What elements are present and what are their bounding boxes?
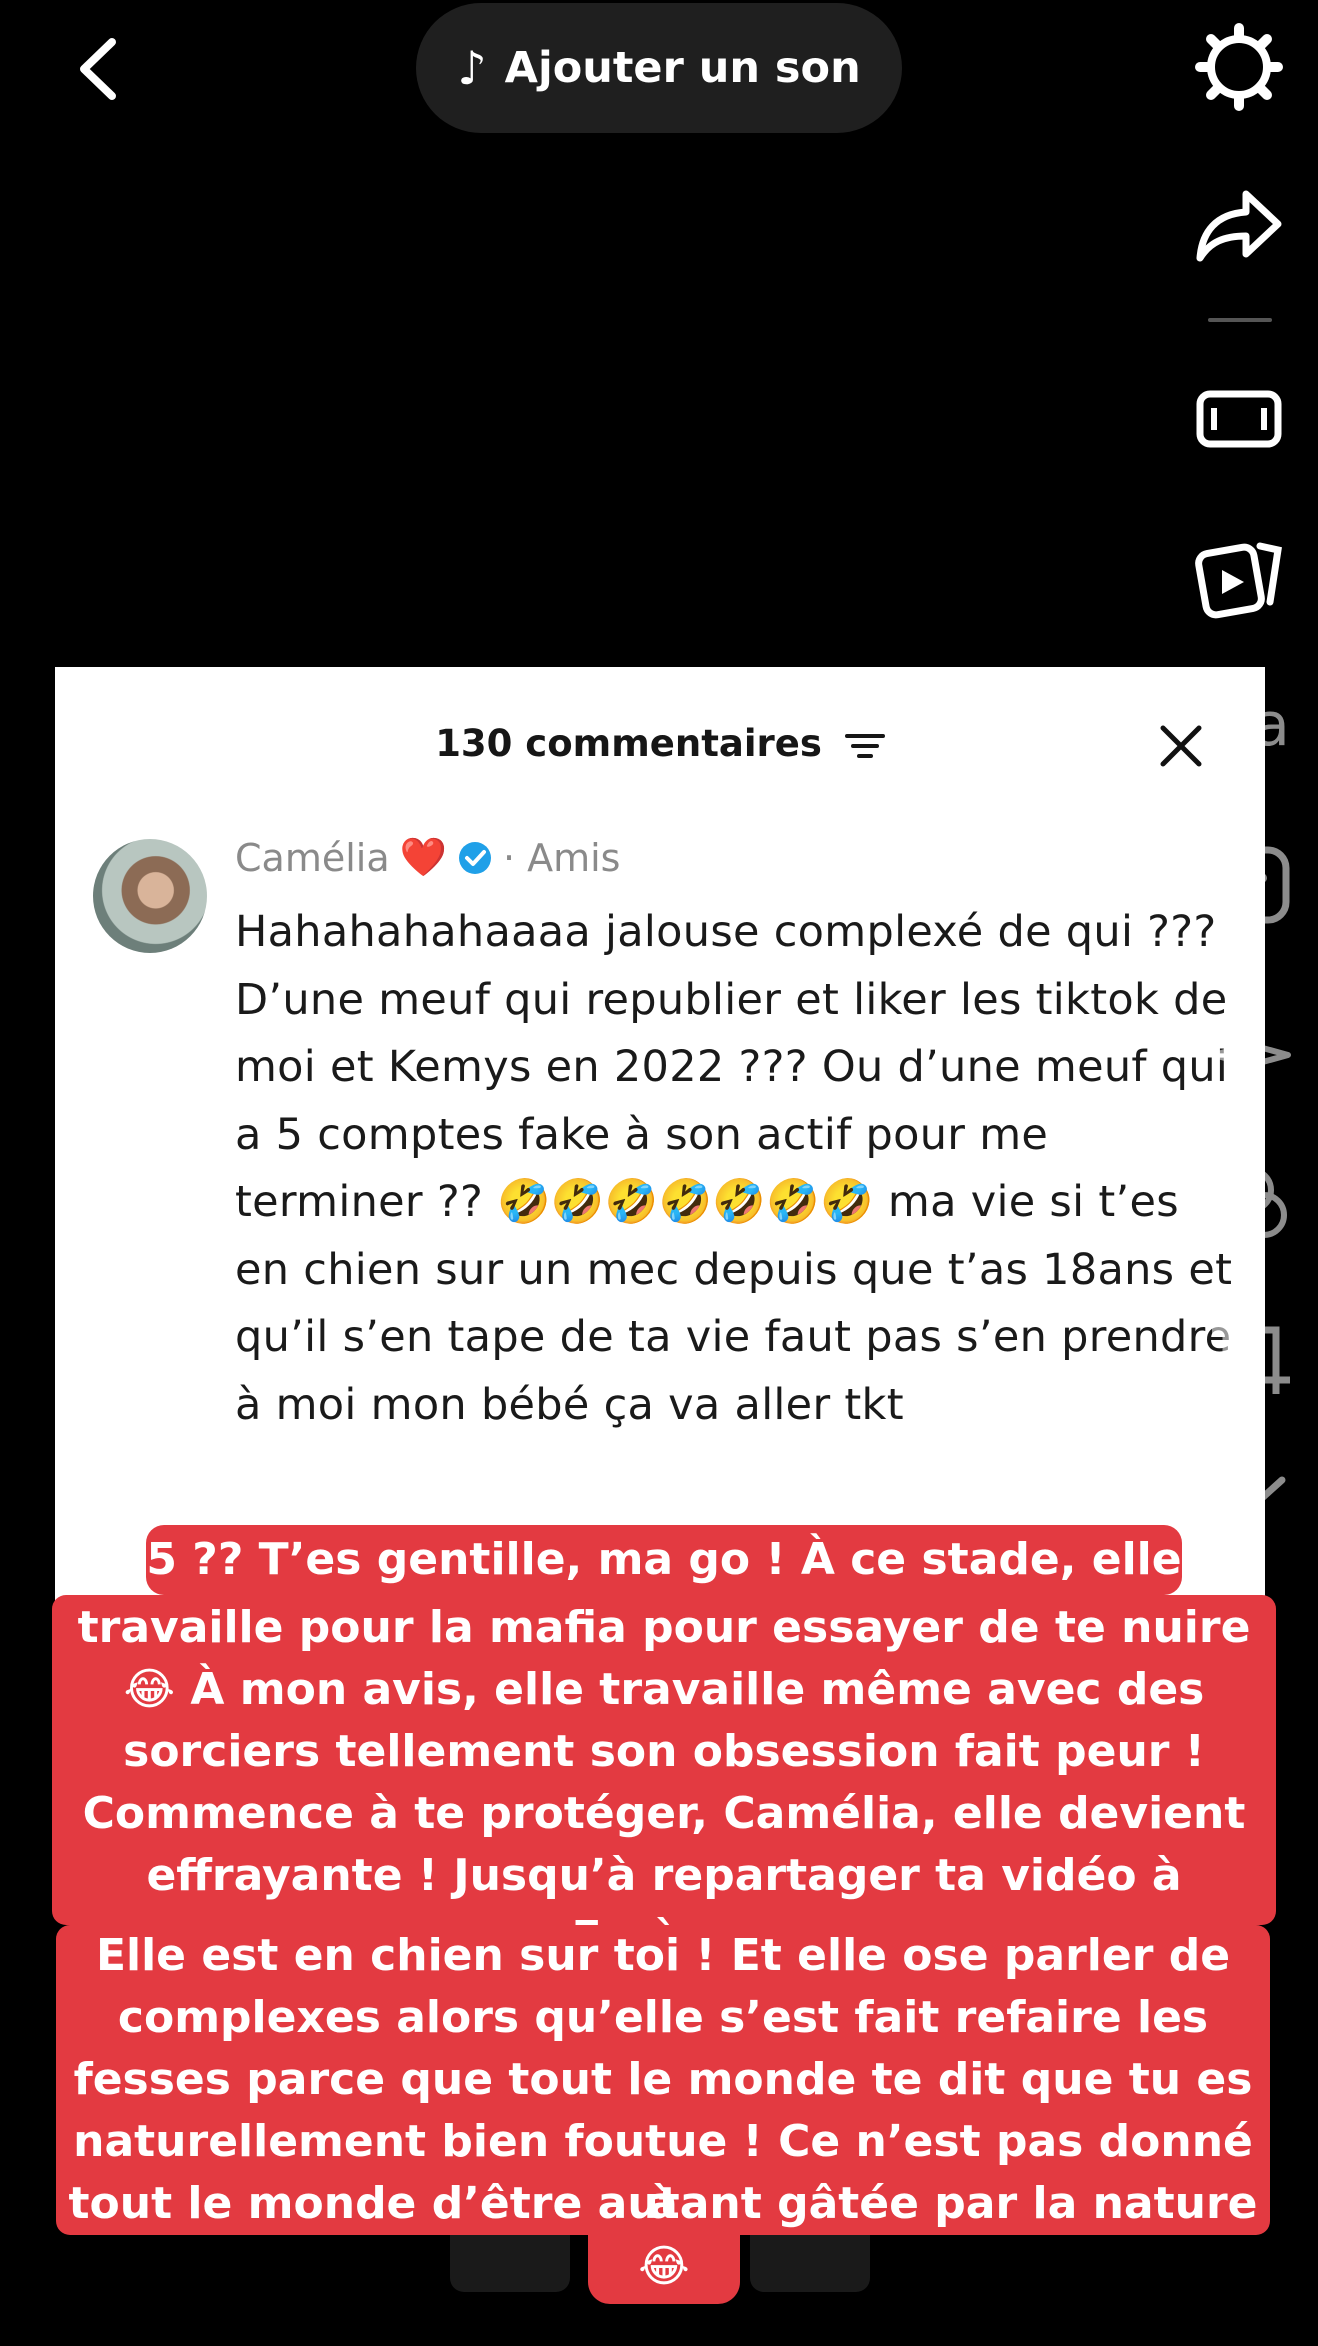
comment-relation: · Amis <box>502 835 621 880</box>
comments-header: 130 commentaires <box>55 722 1265 765</box>
sticker-icon[interactable] <box>1206 840 1296 930</box>
add-sound-button[interactable]: ♪ Ajouter un son <box>416 3 902 133</box>
caption-line-9: fesses parce que tout le monde te dit qu… <box>73 2054 1253 2105</box>
caption-line-2: travaille pour la mafia pour essayer de … <box>77 1602 1251 1653</box>
filters-icon[interactable] <box>1206 1160 1296 1250</box>
templates-play-icon[interactable] <box>1194 532 1284 622</box>
share-arrow-icon[interactable] <box>1194 180 1284 270</box>
effects-sparkle-icon[interactable] <box>1206 1010 1296 1100</box>
comment-meta: Camélia ❤️ · Amis <box>235 835 620 880</box>
comment-count: 130 commentaires <box>435 722 822 765</box>
heart-emoji: ❤️ <box>399 835 447 879</box>
caption-line-12: 😂 <box>638 2241 690 2292</box>
caption-line-5: Commence à te protéger, Camélia, elle de… <box>82 1788 1246 1839</box>
caption-block-1[interactable]: 5 ?? T’es gentille, ma go ! À ce stade, … <box>146 1525 1182 1595</box>
text-tool-icon[interactable]: Aa <box>1206 690 1296 780</box>
music-note-icon: ♪ <box>457 41 487 95</box>
filter-icon <box>844 733 885 758</box>
comment-author: Camélia <box>235 835 390 880</box>
comment-screenshot-card: 130 commentaires Camélia ❤️ · Amis Hahah… <box>55 667 1265 1607</box>
caption-line-7: Elle est en chien sur toi ! Et elle ose … <box>95 1930 1231 1981</box>
settings-gear-icon[interactable] <box>1194 22 1284 112</box>
close-icon <box>1160 725 1202 767</box>
comment-body: Hahahahahaaaa jalouse complexé de qui ??… <box>235 907 1233 1430</box>
crop-icon[interactable] <box>1206 1310 1296 1400</box>
back-chevron-icon[interactable] <box>70 36 130 102</box>
caption-line-4: sorciers tellement son obsession fait pe… <box>123 1726 1205 1777</box>
avatar <box>93 839 207 953</box>
caption-block-3[interactable]: Elle est en chien sur toi ! Et elle ose … <box>56 1925 1270 2291</box>
caption-block-4[interactable]: 😂 <box>588 2232 740 2304</box>
add-sound-label: Ajouter un son <box>504 43 861 93</box>
caption-line-1: 5 ?? T’es gentille, ma go ! À ce stade, … <box>146 1534 1182 1585</box>
caption-line-3: 😂 À mon avis, elle travaille même avec d… <box>123 1664 1205 1715</box>
caption-line-8: complexes alors qu’elle s’est fait refai… <box>117 1992 1209 2043</box>
aspect-ratio-icon[interactable] <box>1194 374 1284 464</box>
chevron-down-icon[interactable] <box>1206 1450 1296 1540</box>
caption-block-2[interactable]: travaille pour la mafia pour essayer de … <box>52 1595 1276 1963</box>
rail-divider <box>1208 318 1272 322</box>
verified-badge-icon <box>458 841 491 874</box>
